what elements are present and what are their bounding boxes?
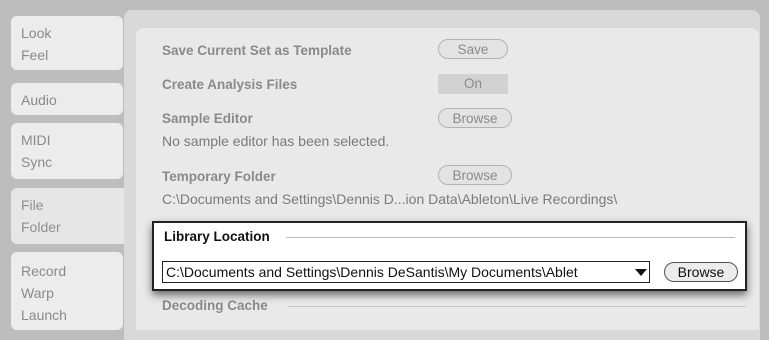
save-template-label: Save Current Set as Template [162,43,352,58]
analysis-files-label: Create Analysis Files [162,77,298,92]
tab-label: MIDI [21,132,51,148]
sample-editor-label: Sample Editor [162,111,253,126]
library-location-dropdown[interactable]: C:\Documents and Settings\Dennis DeSanti… [162,261,650,283]
section-divider [286,237,735,238]
section-divider [288,306,746,307]
library-location-section: Library Location C:\Documents and Settin… [152,221,747,291]
temp-folder-path: C:\Documents and Settings\Dennis D...ion… [162,191,618,207]
tab-label: Record [21,263,67,279]
tab-label: File [21,197,44,213]
tab-record-warp-launch[interactable]: Record Warp Launch [11,252,123,330]
tab-label: Feel [21,47,49,63]
tab-label: Look [21,25,52,41]
sample-editor-value: No sample editor has been selected. [162,133,390,149]
temp-folder-browse-button[interactable]: Browse [438,165,512,185]
tab-label: Warp [21,285,54,301]
tab-label: Folder [21,219,61,235]
save-template-button[interactable]: Save [438,39,508,59]
preferences-tab-bar: Look Feel Audio MIDI Sync File Folder Re… [0,0,136,330]
library-location-path: C:\Documents and Settings\Dennis DeSanti… [166,264,578,280]
chevron-down-icon [635,269,647,276]
tab-file-folder[interactable]: File Folder [11,188,136,244]
analysis-files-toggle[interactable]: On [438,74,508,94]
tab-label: Launch [21,307,67,323]
tab-audio[interactable]: Audio [11,83,123,115]
library-location-browse-button[interactable]: Browse [664,262,738,282]
library-location-label: Library Location [164,229,270,244]
temp-folder-label: Temporary Folder [162,169,276,184]
tab-label: Audio [21,92,57,108]
decoding-cache-label: Decoding Cache [162,298,268,313]
tab-look-feel[interactable]: Look Feel [11,16,123,70]
sample-editor-browse-button[interactable]: Browse [438,108,512,128]
tab-label: Sync [21,154,53,170]
tab-midi-sync[interactable]: MIDI Sync [11,123,123,179]
